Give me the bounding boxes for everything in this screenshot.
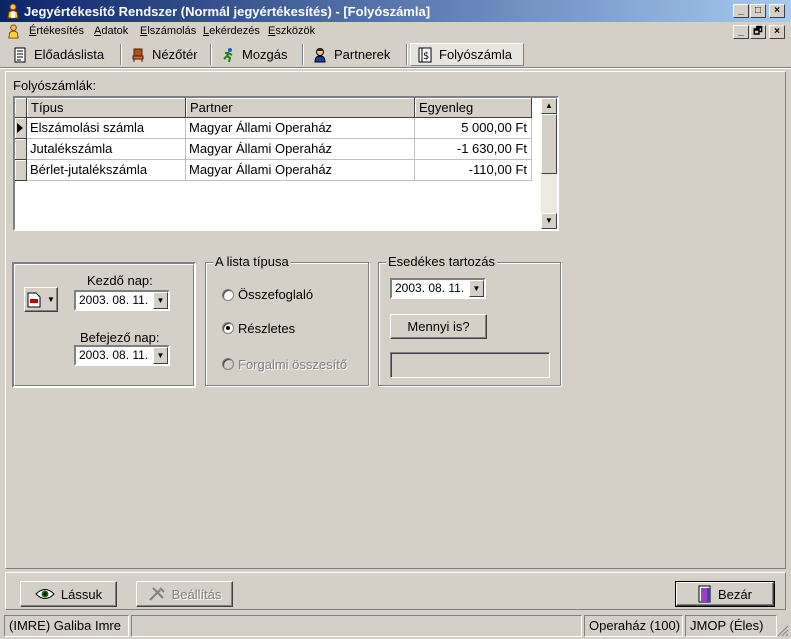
status-bar: (IMRE) Galiba Imre Operaház (100) JMOP (… <box>0 613 791 639</box>
row-indicator[interactable] <box>15 160 27 181</box>
current-row-arrow-icon <box>17 123 23 133</box>
radio-detailed-label[interactable]: Részletes <box>238 321 295 336</box>
cell-type[interactable]: Bérlet-jutalékszámla <box>27 160 186 181</box>
row-indicator[interactable] <box>15 118 27 139</box>
how-much-button[interactable]: Mennyi is? <box>390 314 487 339</box>
tab-eloadaslista[interactable]: Előadáslista <box>6 43 118 66</box>
tools-icon <box>148 587 165 601</box>
running-person-icon <box>223 47 233 62</box>
due-date-picker[interactable]: 2003. 08. 11. ▼ <box>390 278 486 299</box>
cell-type[interactable]: Jutalékszámla <box>27 139 186 160</box>
cell-partner[interactable]: Magyar Állami Operaház <box>186 160 415 181</box>
end-date-value: 2003. 08. 11. <box>79 348 149 362</box>
accounts-title: Folyószámlák: <box>13 78 97 93</box>
end-date-label: Befejező nap: <box>80 330 160 345</box>
person-icon <box>314 47 326 62</box>
radio-detailed[interactable] <box>222 322 234 334</box>
dropdown-arrow-icon: ▼ <box>47 295 55 304</box>
tab-label: Nézőtér <box>152 47 198 62</box>
cell-partner[interactable]: Magyar Állami Operaház <box>186 118 415 139</box>
tab-bar: Előadáslista Nézőtér Mozgás Partnerek $ <box>0 41 791 67</box>
start-date-value: 2003. 08. 11. <box>79 293 149 307</box>
scroll-up-icon[interactable]: ▲ <box>541 98 557 114</box>
grid-corner <box>15 98 27 118</box>
status-venue: Operaház (100) <box>584 615 683 637</box>
status-message <box>131 615 582 637</box>
cell-balance[interactable]: -1 630,00 Ft <box>415 139 532 160</box>
status-user: (IMRE) Galiba Imre <box>4 615 129 637</box>
end-date-picker[interactable]: 2003. 08. 11. ▼ <box>74 345 170 366</box>
cell-partner[interactable]: Magyar Állami Operaház <box>186 139 415 160</box>
radio-summary-label[interactable]: Összefoglaló <box>238 287 313 302</box>
mdi-close-button[interactable]: × <box>769 25 785 39</box>
eye-icon <box>35 589 55 599</box>
menu-bar: Értékesítés Adatok Elszámolás Lekérdezés… <box>0 22 791 41</box>
list-type-title: A lista típusa <box>213 254 291 269</box>
mdi-restore-button[interactable]: 🗗 <box>750 25 766 39</box>
tab-nezoter[interactable]: Nézőtér <box>124 43 208 66</box>
tab-divider <box>0 67 791 69</box>
bottom-toolbar <box>5 572 786 610</box>
mdi-minimize-button[interactable]: _ <box>733 25 749 39</box>
mdi-child-icon[interactable] <box>6 24 21 39</box>
menu-adatok[interactable]: Adatok <box>94 25 128 37</box>
radio-turnover <box>222 358 234 370</box>
menu-elszamolas[interactable]: Elszámolás <box>140 25 196 37</box>
radio-summary[interactable] <box>222 289 234 301</box>
tab-label: Partnerek <box>334 47 391 62</box>
close-window-button[interactable]: × <box>769 4 785 18</box>
tab-folyoszamla[interactable]: $ Folyószámla <box>410 43 524 66</box>
row-indicator[interactable] <box>15 139 27 160</box>
tab-label: Folyószámla <box>439 47 512 62</box>
menu-lekerdezes[interactable]: Lekérdezés <box>203 25 260 37</box>
export-menu-button[interactable]: ▼ <box>24 287 58 312</box>
close-button-label: Bezár <box>718 586 752 602</box>
due-result-field <box>390 352 550 378</box>
tab-label: Előadáslista <box>34 47 105 62</box>
cell-balance[interactable]: -110,00 Ft <box>415 160 532 181</box>
due-date-value: 2003. 08. 11. <box>395 281 465 295</box>
ledger-icon: $ <box>418 47 432 62</box>
view-button[interactable]: Lássuk <box>20 581 117 607</box>
chevron-down-icon[interactable]: ▼ <box>469 280 484 297</box>
export-document-icon <box>27 292 41 307</box>
door-exit-icon <box>698 585 711 603</box>
tab-mozgas[interactable]: Mozgás <box>214 43 300 66</box>
start-date-picker[interactable]: 2003. 08. 11. ▼ <box>74 290 170 311</box>
column-header-partner[interactable]: Partner <box>186 98 415 118</box>
svg-text:$: $ <box>423 51 429 62</box>
radio-turnover-label: Forgalmi összesítő <box>238 357 348 372</box>
accounts-grid[interactable]: Típus Partner Egyenleg Elszámolási száml… <box>13 96 559 231</box>
column-header-type[interactable]: Típus <box>27 98 186 118</box>
cell-balance[interactable]: 5 000,00 Ft <box>415 118 532 139</box>
menu-ertekesites[interactable]: Értékesítés <box>29 25 84 37</box>
chevron-down-icon[interactable]: ▼ <box>153 292 168 309</box>
grid-vertical-scrollbar[interactable]: ▲ ▼ <box>541 98 557 229</box>
column-header-balance[interactable]: Egyenleg <box>415 98 532 118</box>
title-bar[interactable]: Jegyértékesítő Rendszer (Normál jegyérté… <box>0 0 791 22</box>
how-much-button-label: Mennyi is? <box>407 319 470 334</box>
resize-grip-icon[interactable] <box>777 625 789 637</box>
settings-button: Beállítás <box>136 581 233 607</box>
app-person-icon <box>7 3 19 19</box>
seat-icon <box>132 48 144 62</box>
cell-type[interactable]: Elszámolási számla <box>27 118 186 139</box>
window-title: Jegyértékesítő Rendszer (Normál jegyérté… <box>24 4 431 19</box>
tab-label: Mozgás <box>242 47 288 62</box>
chevron-down-icon[interactable]: ▼ <box>153 347 168 364</box>
scroll-thumb[interactable] <box>541 114 557 174</box>
tab-partnerek[interactable]: Partnerek <box>306 43 404 66</box>
minimize-button[interactable]: _ <box>733 4 749 18</box>
document-list-icon <box>14 47 26 62</box>
start-date-label: Kezdő nap: <box>87 273 153 288</box>
maximize-button[interactable]: □ <box>750 4 766 18</box>
menu-eszkozok[interactable]: Eszközök <box>268 25 315 37</box>
status-mode: JMOP (Éles) <box>685 615 777 637</box>
close-button[interactable]: Bezár <box>675 581 775 607</box>
view-button-label: Lássuk <box>60 586 103 602</box>
scroll-down-icon[interactable]: ▼ <box>541 213 557 229</box>
due-debt-title: Esedékes tartozás <box>386 254 497 269</box>
settings-button-label: Beállítás <box>171 586 222 602</box>
